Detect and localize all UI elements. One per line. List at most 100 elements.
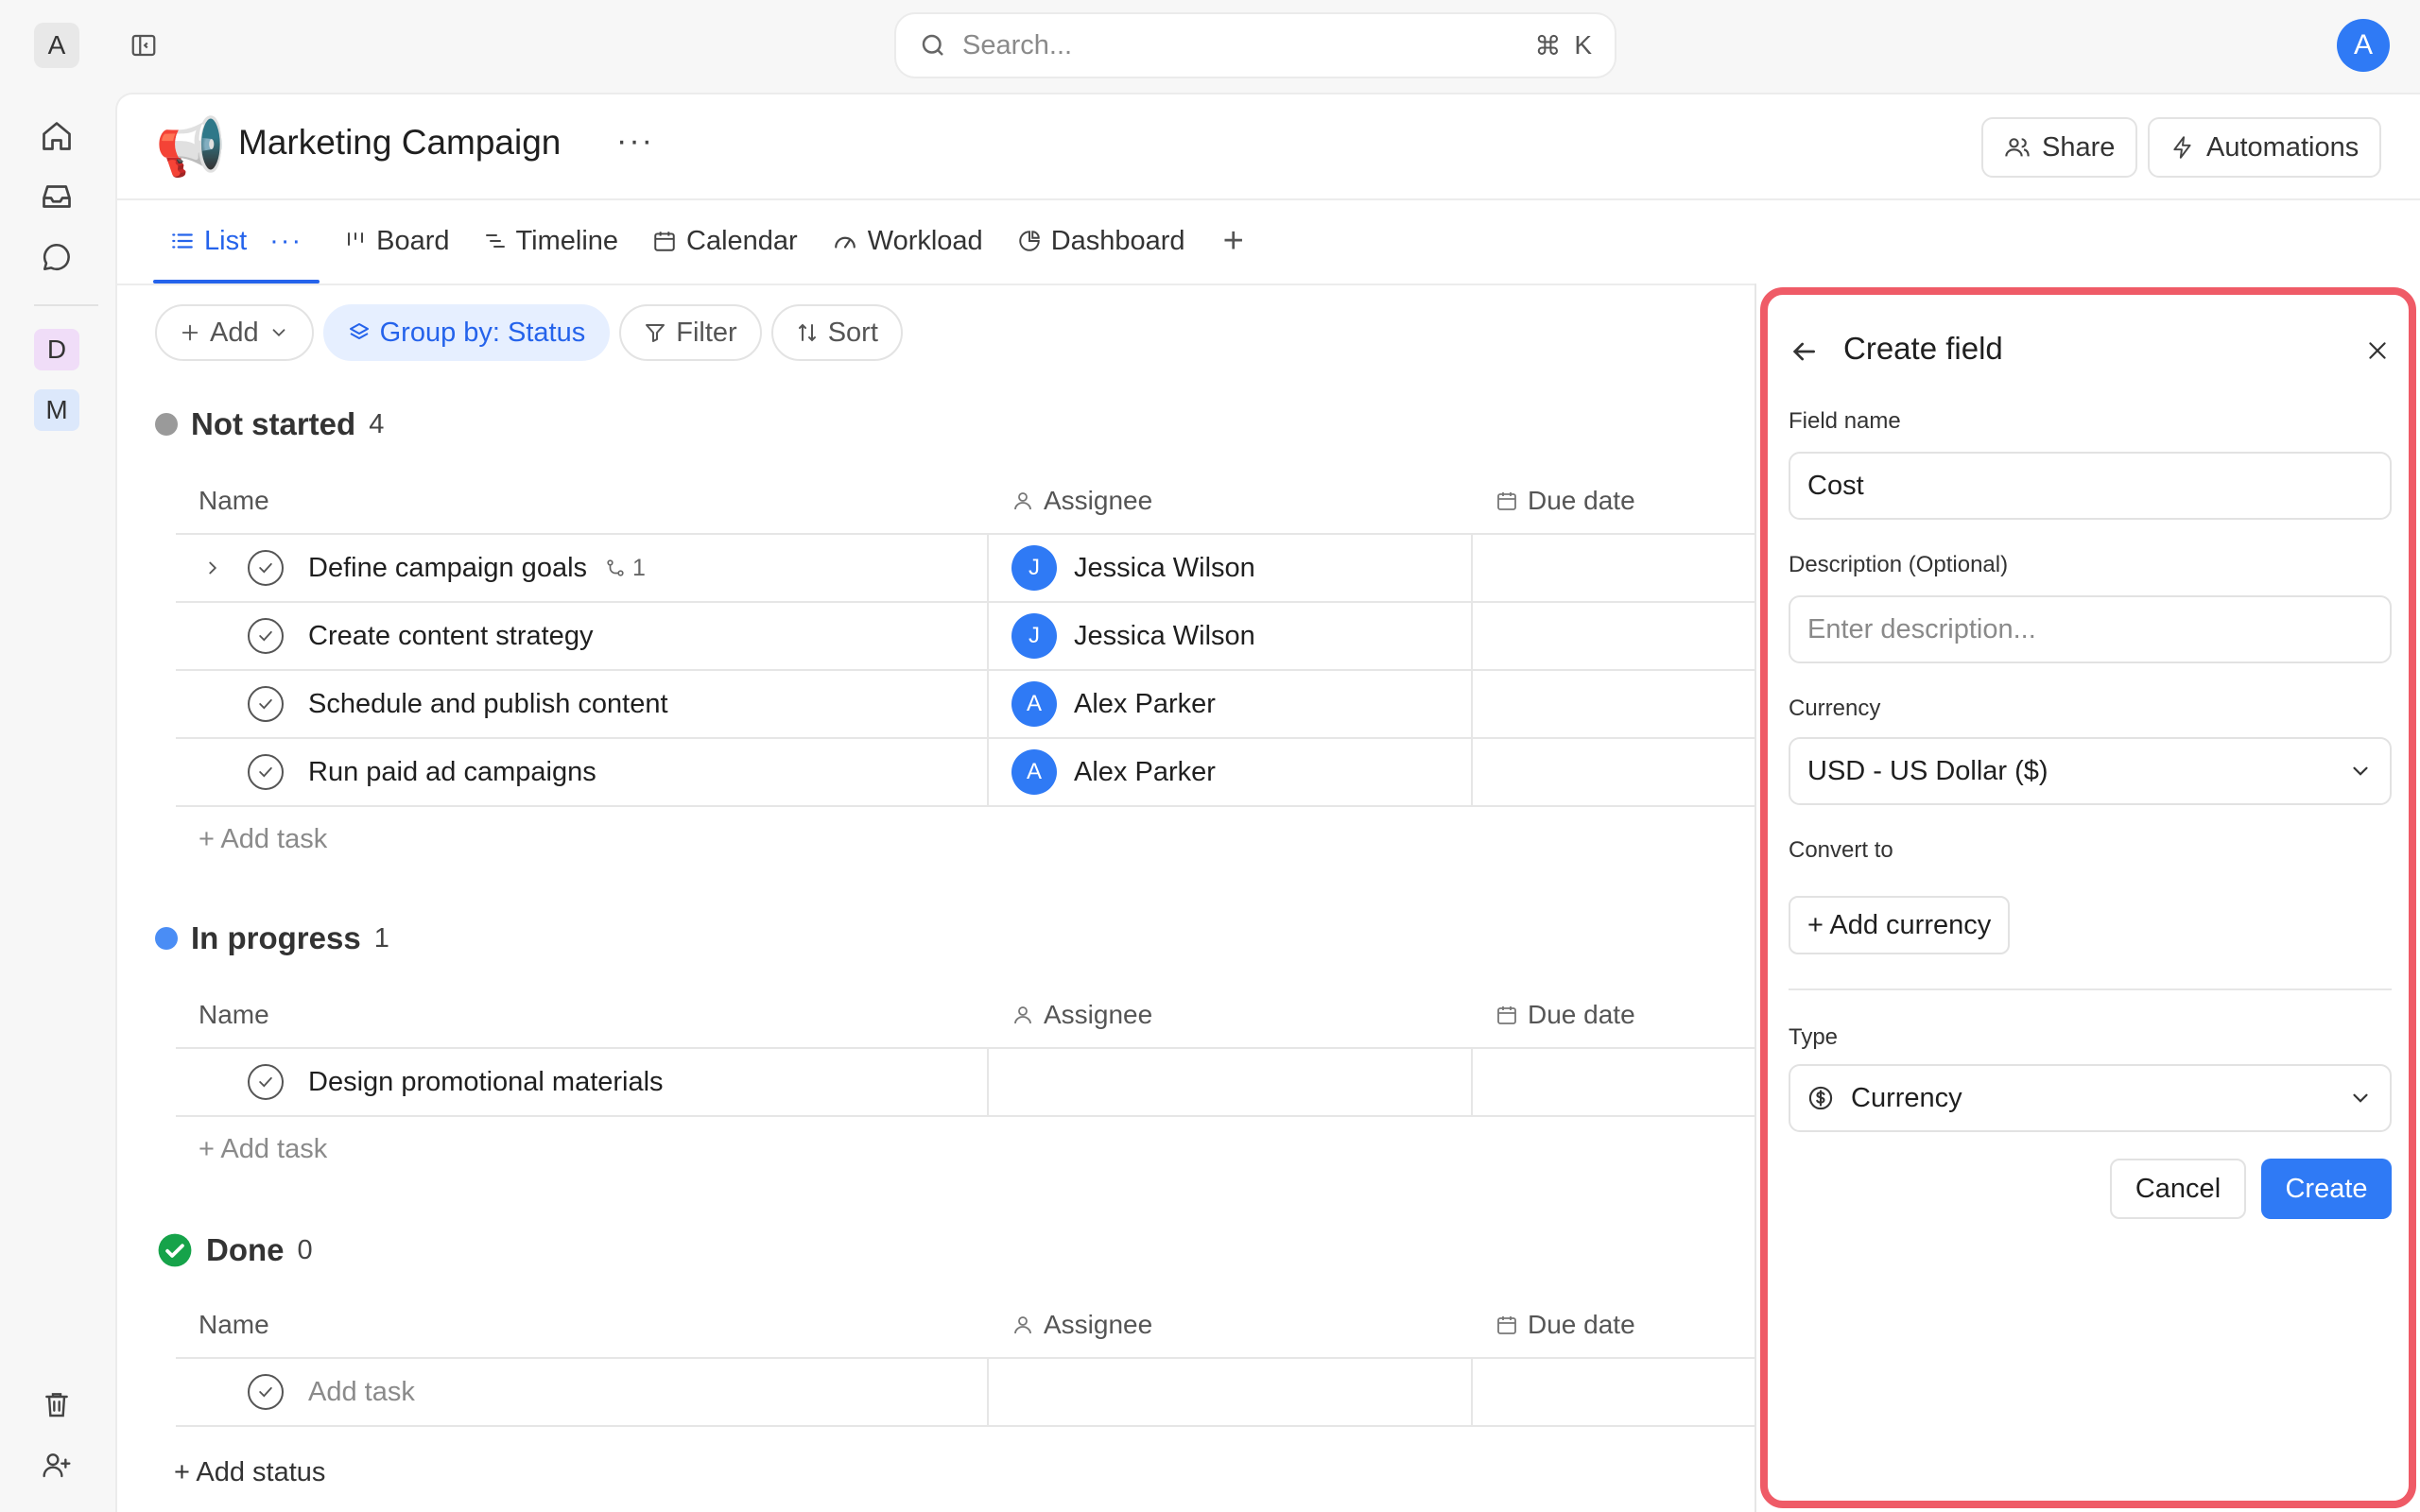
tab-board-label: Board: [376, 225, 450, 256]
add-task-input[interactable]: Add task: [308, 1377, 415, 1408]
tab-workload[interactable]: Workload: [815, 198, 1000, 284]
group-count: 1: [373, 922, 389, 954]
invite-user-icon[interactable]: [36, 1444, 78, 1486]
table-row[interactable]: Design promotional materials: [176, 1049, 1915, 1117]
chevron-down-icon: [2348, 759, 2373, 783]
assignee-cell[interactable]: [989, 1359, 1473, 1425]
column-due-label: Due date: [1528, 1000, 1635, 1029]
tab-dashboard[interactable]: Dashboard: [1000, 198, 1202, 284]
tab-board[interactable]: Board: [327, 198, 466, 284]
column-assignee[interactable]: Assignee: [989, 983, 1473, 1047]
complete-checkbox[interactable]: [248, 686, 284, 722]
dollar-circle-icon: [1807, 1085, 1834, 1111]
create-button[interactable]: Create: [2261, 1159, 2392, 1219]
tab-calendar[interactable]: Calendar: [635, 198, 815, 284]
cancel-button[interactable]: Cancel: [2110, 1159, 2246, 1219]
workspace-badge-d[interactable]: D: [34, 329, 79, 370]
column-name[interactable]: Name: [176, 983, 989, 1047]
assignee-name[interactable]: Jessica Wilson: [1074, 621, 1255, 652]
complete-checkbox[interactable]: [248, 1374, 284, 1410]
task-name[interactable]: Create content strategy: [308, 621, 593, 652]
workspace-logo[interactable]: A: [34, 23, 79, 68]
back-arrow-icon[interactable]: [1789, 336, 1819, 367]
chat-icon[interactable]: [36, 236, 78, 278]
complete-checkbox[interactable]: [248, 550, 284, 586]
type-label: Type: [1789, 1024, 1839, 1050]
type-select-content: Currency: [1807, 1083, 1962, 1114]
column-name[interactable]: Name: [176, 1293, 989, 1357]
column-name[interactable]: Name: [176, 469, 989, 533]
panel-title: Create field: [1843, 331, 2003, 366]
assignee-avatar: A: [1011, 749, 1057, 795]
tab-list-more-button[interactable]: ···: [269, 226, 302, 257]
column-assignee[interactable]: Assignee: [989, 469, 1473, 533]
add-task-button[interactable]: + Add task: [199, 1134, 327, 1165]
project-more-button[interactable]: ···: [616, 123, 654, 160]
column-assignee-label: Assignee: [1044, 1000, 1153, 1029]
task-name[interactable]: Run paid ad campaigns: [308, 757, 596, 788]
description-label: Description (Optional): [1789, 552, 2009, 577]
task-name[interactable]: Define campaign goals: [308, 553, 587, 584]
description-input[interactable]: Enter description...: [1789, 595, 2392, 663]
sidebar-toggle-icon[interactable]: [123, 25, 164, 66]
add-view-button[interactable]: +: [1202, 198, 1265, 284]
add-currency-button[interactable]: + Add currency: [1789, 896, 2011, 954]
type-select[interactable]: Currency: [1789, 1064, 2392, 1132]
group-not-started[interactable]: Not started 4: [155, 406, 384, 442]
trash-icon[interactable]: [36, 1383, 78, 1425]
group-in-progress[interactable]: In progress 1: [155, 920, 389, 956]
close-icon[interactable]: [2365, 338, 2390, 363]
task-table-done: Name Assignee Due date Add task: [176, 1293, 1915, 1427]
home-icon[interactable]: [36, 115, 78, 157]
user-avatar[interactable]: A: [2337, 19, 2390, 72]
search-bar[interactable]: Search... ⌘ K: [894, 12, 1616, 78]
add-status-button[interactable]: + Add status: [174, 1457, 325, 1488]
shortcut-key: K: [1574, 30, 1592, 60]
table-row[interactable]: Create content strategy J Jessica Wilson: [176, 603, 1915, 671]
assignee-name[interactable]: Alex Parker: [1074, 757, 1216, 788]
calendar-icon: [652, 229, 677, 253]
plus-icon: [180, 322, 200, 343]
automations-button[interactable]: Automations: [2148, 117, 2382, 178]
table-row[interactable]: Define campaign goals 1 J Jessica Wilson: [176, 535, 1915, 603]
inbox-icon[interactable]: [36, 176, 78, 217]
sort-button[interactable]: Sort: [770, 304, 903, 361]
complete-checkbox[interactable]: [248, 618, 284, 654]
assignee-name[interactable]: Jessica Wilson: [1074, 553, 1255, 584]
people-icon: [2004, 134, 2031, 161]
group-title: In progress: [191, 920, 361, 955]
currency-select[interactable]: USD - US Dollar ($): [1789, 737, 2392, 805]
assignee-name[interactable]: Alex Parker: [1074, 689, 1216, 720]
group-by-label: Group by: Status: [379, 317, 586, 348]
table-row[interactable]: Run paid ad campaigns A Alex Parker: [176, 739, 1915, 807]
tab-list[interactable]: List ···: [153, 198, 320, 284]
workspace-badge-m[interactable]: M: [34, 389, 79, 431]
type-select-value: Currency: [1851, 1082, 1962, 1113]
task-name[interactable]: Design promotional materials: [308, 1067, 664, 1098]
status-dot: [155, 413, 178, 436]
table-row[interactable]: Add task: [176, 1359, 1915, 1427]
column-due-label: Due date: [1528, 486, 1635, 515]
group-done[interactable]: Done 0: [157, 1232, 313, 1268]
add-task-button[interactable]: + Add task: [199, 824, 327, 855]
done-check-icon: [157, 1232, 193, 1268]
add-button[interactable]: Add: [155, 304, 314, 361]
column-name-label: Name: [199, 1310, 269, 1339]
share-button[interactable]: Share: [1981, 117, 2138, 178]
rail-divider: [34, 304, 98, 306]
column-assignee[interactable]: Assignee: [989, 1293, 1473, 1357]
group-count: 0: [297, 1234, 313, 1265]
tab-timeline[interactable]: Timeline: [467, 198, 636, 284]
field-name-input[interactable]: Cost: [1789, 452, 2392, 520]
table-row[interactable]: Schedule and publish content A Alex Park…: [176, 671, 1915, 739]
table-header: Name Assignee Due date: [176, 1293, 1915, 1359]
task-name[interactable]: Schedule and publish content: [308, 689, 668, 720]
expand-chevron-icon[interactable]: [199, 558, 227, 578]
filter-button[interactable]: Filter: [619, 304, 762, 361]
complete-checkbox[interactable]: [248, 754, 284, 790]
task-table-not-started: Name Assignee Due date Define campaign g…: [176, 469, 1915, 807]
assignee-cell[interactable]: [989, 1049, 1473, 1115]
group-by-button[interactable]: Group by: Status: [322, 304, 611, 361]
complete-checkbox[interactable]: [248, 1064, 284, 1100]
table-header: Name Assignee Due date: [176, 983, 1915, 1049]
